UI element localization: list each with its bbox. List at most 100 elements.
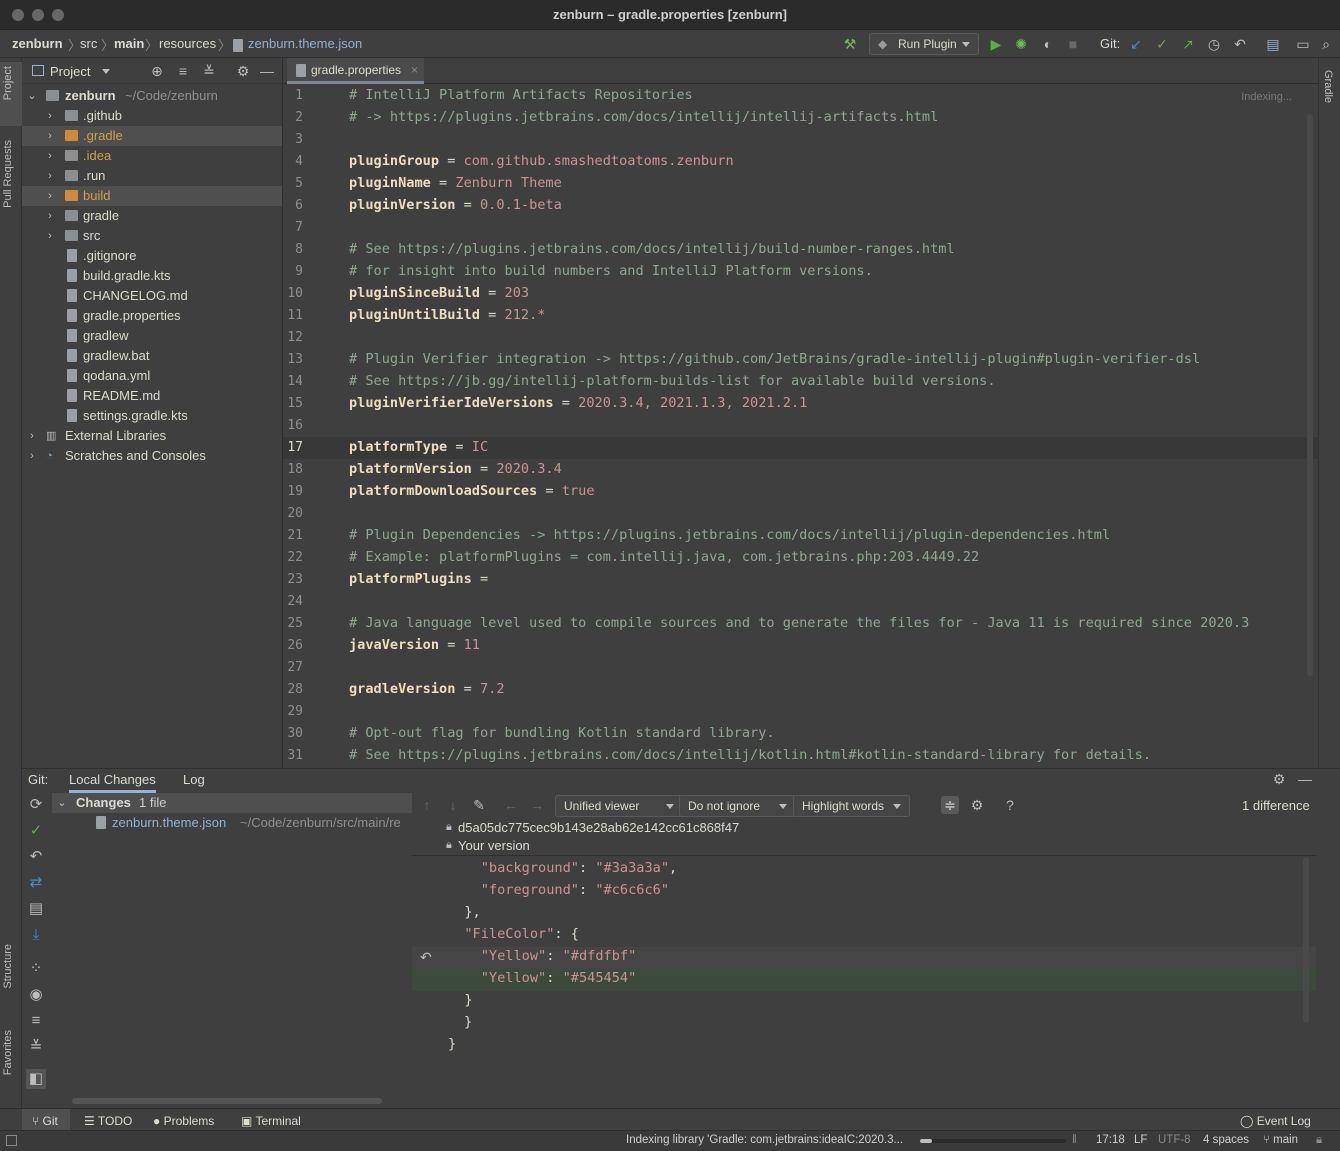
hide-panel-icon[interactable]: — — [1296, 770, 1314, 788]
breadcrumb-file[interactable]: zenburn.theme.json — [248, 36, 362, 51]
presentation-mode-icon[interactable]: ▭ — [1294, 35, 1312, 53]
tree-item[interactable]: › src — [22, 226, 282, 246]
tree-item[interactable]: › .gradle — [22, 126, 282, 146]
tool-windows-toggle-icon[interactable] — [6, 1135, 17, 1146]
gear-icon[interactable]: ⚙ — [968, 796, 986, 814]
stop-icon[interactable]: ■ — [1064, 35, 1082, 53]
edit-source-icon[interactable]: ✎ — [470, 796, 488, 814]
git-update-icon[interactable]: ↙ — [1127, 35, 1145, 53]
forward-icon[interactable]: → — [528, 796, 546, 814]
problems-tool-tab[interactable]: ● Problems — [153, 1112, 214, 1130]
breadcrumb-resources[interactable]: resources — [159, 36, 216, 51]
editor[interactable]: gradle.properties × Indexing... # Intell… — [283, 58, 1318, 768]
git-branch-widget[interactable]: ⑂ main — [1263, 1134, 1298, 1146]
hide-panel-icon[interactable]: — — [258, 62, 276, 80]
highlight-mode-select[interactable]: Highlight words — [793, 795, 910, 817]
project-structure-icon[interactable]: ▤ — [1264, 35, 1282, 53]
gradle-tool-tab[interactable]: Gradle — [1322, 70, 1334, 103]
git-push-icon[interactable]: ↗ — [1179, 35, 1197, 53]
gear-icon[interactable]: ⚙ — [234, 62, 252, 80]
editor-tab-gradle-properties[interactable]: gradle.properties × — [287, 58, 424, 84]
viewer-mode-select[interactable]: Unified viewer — [555, 795, 683, 817]
eye-icon[interactable]: ◉ — [26, 985, 46, 1005]
tree-item[interactable]: › gradle — [22, 206, 282, 226]
changed-file-row[interactable]: zenburn.theme.json ~/Code/zenburn/src/ma… — [52, 813, 412, 833]
changes-horizontal-scrollbar[interactable] — [72, 1098, 382, 1104]
gear-icon[interactable]: ⚙ — [1270, 770, 1288, 788]
collapse-unchanged-icon[interactable]: ≑ — [941, 796, 959, 814]
tree-item[interactable]: › .run — [22, 166, 282, 186]
collapse-all-icon[interactable]: ≚ — [26, 1037, 46, 1057]
expand-all-icon[interactable]: ≡ — [26, 1011, 46, 1031]
breadcrumb-main[interactable]: main — [114, 36, 144, 51]
tree-root[interactable]: ⌄ zenburn ~/Code/zenburn — [22, 86, 282, 106]
tree-item[interactable]: › .idea — [22, 146, 282, 166]
tree-scratches[interactable]: › ◔ Scratches and Consoles — [22, 446, 282, 466]
diff-icon[interactable]: ⇄ — [26, 873, 46, 893]
line-separator[interactable]: LF — [1134, 1134, 1147, 1146]
terminal-tool-tab[interactable]: ▣ Terminal — [241, 1112, 301, 1130]
todo-tool-tab[interactable]: ☰ TODO — [84, 1112, 132, 1130]
tree-item[interactable]: build.gradle.kts — [22, 266, 282, 286]
shelve-icon[interactable]: ⤓ — [26, 925, 46, 945]
locate-icon[interactable]: ⊕ — [148, 62, 166, 80]
help-icon[interactable]: ? — [1001, 796, 1019, 814]
project-view-select[interactable]: Project — [50, 64, 90, 79]
event-log-tab[interactable]: ◯ Event Log — [1240, 1112, 1311, 1130]
breadcrumb-src[interactable]: src — [80, 36, 97, 51]
refresh-icon[interactable]: ⟳ — [26, 795, 46, 815]
tab-local-changes[interactable]: Local Changes — [69, 770, 156, 793]
search-icon[interactable]: ⌕ — [1317, 35, 1335, 53]
tab-log[interactable]: Log — [183, 770, 205, 793]
ignore-whitespace-select[interactable]: Do not ignore — [679, 795, 796, 817]
tree-item[interactable]: gradle.properties — [22, 306, 282, 326]
diff-scrollbar[interactable] — [1303, 857, 1309, 1023]
preview-toggle-icon[interactable]: ◧ — [26, 1069, 46, 1089]
tree-item[interactable]: gradlew — [22, 326, 282, 346]
editor-scrollbar[interactable] — [1307, 114, 1313, 676]
expand-all-icon[interactable]: ≡ — [174, 62, 192, 80]
tree-external-libraries[interactable]: › ▥ External Libraries — [22, 426, 282, 446]
rollback-icon[interactable]: ↶ — [1231, 35, 1249, 53]
run-icon[interactable]: ▶ — [987, 35, 1005, 53]
breadcrumb-project[interactable]: zenburn — [12, 36, 63, 51]
history-icon[interactable]: ◷ — [1205, 35, 1223, 53]
run-with-coverage-icon[interactable]: ◐ — [1039, 35, 1057, 53]
indexing-status[interactable]: Indexing library 'Gradle: com.jetbrains:… — [626, 1134, 914, 1146]
structure-tool-tab[interactable]: Structure — [2, 944, 14, 989]
chevron-right-icon: › — [48, 230, 52, 242]
group-by-icon[interactable]: ⁘ — [26, 959, 46, 979]
caret-position[interactable]: 17:18 — [1096, 1134, 1125, 1146]
changes-group-row[interactable]: ⌄ Changes 1 file — [52, 793, 412, 813]
file-encoding[interactable]: UTF-8 — [1158, 1134, 1191, 1146]
close-icon[interactable]: × — [411, 58, 418, 82]
project-tool-tab[interactable]: Project — [2, 66, 14, 100]
tree-item[interactable]: qodana.yml — [22, 366, 282, 386]
rollback-icon[interactable]: ↶ — [26, 847, 46, 867]
tree-item[interactable]: .gitignore — [22, 246, 282, 266]
next-difference-icon[interactable]: ↓ — [444, 796, 462, 814]
changelist-icon[interactable]: ▤ — [26, 899, 46, 919]
git-tool-tab[interactable]: ⑂ Git — [32, 1112, 58, 1130]
debug-icon[interactable]: ✺ — [1012, 35, 1030, 53]
collapse-all-icon[interactable]: ≚ — [200, 62, 218, 80]
tree-item[interactable]: › .github — [22, 106, 282, 126]
build-hammer-icon[interactable]: ⚒ — [841, 35, 859, 53]
favorites-tool-tab[interactable]: Favorites — [2, 1030, 14, 1075]
tree-item[interactable]: gradlew.bat — [22, 346, 282, 366]
tree-item[interactable]: CHANGELOG.md — [22, 286, 282, 306]
git-commit-icon[interactable]: ✓ — [1153, 35, 1171, 53]
commit-check-icon[interactable]: ✓ — [26, 821, 46, 841]
revert-change-icon[interactable]: ↶ — [420, 949, 432, 966]
back-icon[interactable]: ← — [502, 796, 520, 814]
lock-icon[interactable]: 🔒︎ — [1316, 1134, 1322, 1147]
tree-item[interactable]: settings.gradle.kts — [22, 406, 282, 426]
tree-item[interactable]: › build — [22, 186, 282, 206]
pull-requests-tool-tab[interactable]: Pull Requests — [2, 140, 14, 208]
run-configuration-select[interactable]: ◆ Run Plugin — [869, 33, 979, 55]
previous-difference-icon[interactable]: ↑ — [418, 796, 436, 814]
indent-setting[interactable]: 4 spaces — [1203, 1134, 1249, 1146]
chevron-down-icon[interactable] — [102, 69, 110, 74]
pause-indexing-icon[interactable]: ‖ — [1072, 1134, 1077, 1146]
tree-item[interactable]: README.md — [22, 386, 282, 406]
